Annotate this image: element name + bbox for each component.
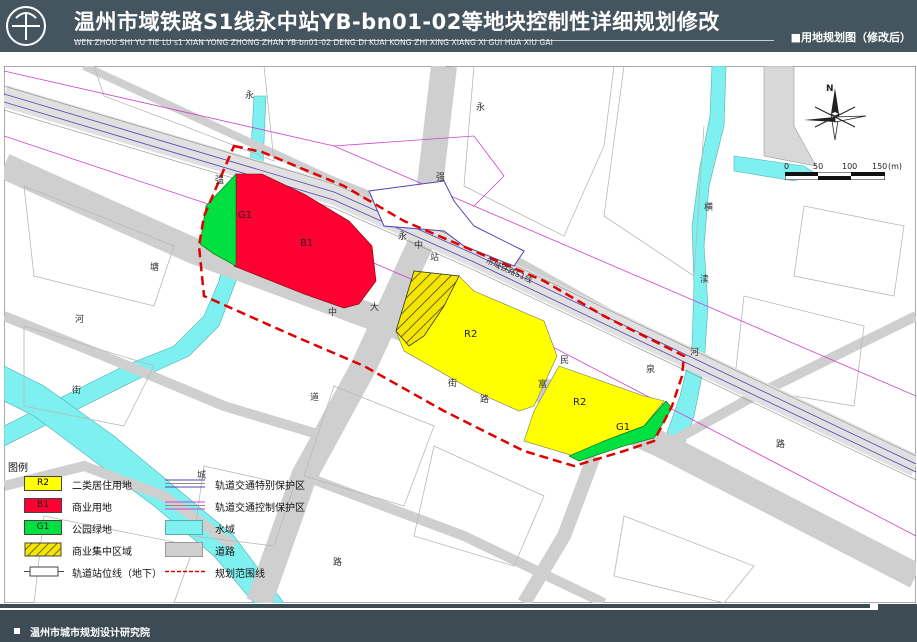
- page-title: 温州市域铁路S1线永中站YB-bn01-02等地块控制性详细规划修改: [74, 10, 720, 34]
- road-char: 大: [370, 303, 380, 313]
- scale-tick: 0: [784, 162, 790, 171]
- legend-swatch-station: [24, 566, 64, 577]
- road-char: 永: [398, 232, 408, 242]
- road-char: 中: [328, 308, 338, 318]
- legend-label: 公园绿地: [72, 525, 112, 536]
- road-char: 道: [310, 393, 320, 403]
- footer-stripe: [0, 604, 870, 608]
- parcel-label-g1-east: G1: [616, 422, 631, 433]
- north-letter: N: [826, 84, 834, 94]
- footer-corner-box: [878, 604, 917, 642]
- legend-swatch-boundary: [165, 570, 205, 573]
- parcel-label-b1: B1: [300, 238, 314, 249]
- road-char: 街: [448, 379, 458, 389]
- road-char: 强: [436, 173, 446, 183]
- scale-tick: 150: [872, 162, 888, 171]
- road-char: 永: [476, 103, 486, 113]
- road-char: 塘: [150, 263, 160, 273]
- road-char: 路: [480, 395, 490, 405]
- legend-label: 轨道站位线（地下）: [72, 569, 162, 580]
- road-char: 永: [245, 91, 255, 101]
- legend-swatch-water: [165, 520, 203, 535]
- legend-swatch-r2: R2: [24, 476, 62, 491]
- road-char: 横: [704, 203, 714, 213]
- legend-swatch-road: [165, 542, 203, 557]
- legend-swatch-hatch: [24, 542, 62, 557]
- land-use-map: [4, 66, 916, 603]
- scale-unit: (m): [888, 162, 903, 171]
- footer-bullet: [14, 628, 20, 634]
- legend-label: 规划范围线: [215, 569, 265, 580]
- legend-swatch-g1: G1: [24, 520, 62, 535]
- legend-swatch-b1: B1: [24, 498, 62, 513]
- legend-swatch-special-zone: [165, 479, 205, 488]
- road-char: 街: [72, 386, 82, 396]
- road-char: 泉: [646, 365, 656, 375]
- drawing-type-label: ■用地规划图（修改后）: [790, 31, 911, 44]
- road-char: 中: [414, 241, 424, 251]
- road-char: 民: [560, 356, 570, 366]
- legend-label: 商业用地: [72, 503, 112, 514]
- legend-label: 道路: [215, 547, 235, 558]
- legend-label: 轨道交通控制保护区: [215, 503, 305, 514]
- legend-label: 商业集中区域: [72, 547, 132, 558]
- road-char: 路: [776, 440, 786, 450]
- parcel-label-r2-east: R2: [573, 397, 587, 408]
- scale-tick: 100: [842, 162, 858, 171]
- road-char: 河: [690, 348, 700, 358]
- north-arrow-icon: [804, 88, 867, 141]
- road-char: 强: [215, 176, 225, 186]
- road-char: 富: [538, 380, 548, 390]
- legend-swatch-control-zone: [165, 501, 205, 510]
- scale-tick: 50: [813, 162, 824, 171]
- legend-title: 图例: [8, 463, 28, 474]
- road-char: 路: [333, 558, 343, 568]
- legend-label: 二类居住用地: [72, 481, 132, 492]
- legend-label: 轨道交通特别保护区: [215, 481, 305, 492]
- road-char: 渎: [700, 275, 710, 285]
- footer-organization: 温州市城市规划设计研究院: [30, 628, 150, 639]
- road-char: 站: [430, 253, 440, 263]
- parcel-label-g1-west: G1: [238, 210, 253, 221]
- parcel-label-r2-west: R2: [464, 329, 478, 340]
- page-subtitle: WEN ZHOU SHI YU TIE LU s1 XIAN YONG ZHON…: [74, 38, 553, 47]
- legend-label: 水域: [215, 525, 235, 536]
- road-char: 河: [75, 315, 85, 325]
- scale-bar: [785, 172, 885, 180]
- institute-logo: [6, 6, 46, 46]
